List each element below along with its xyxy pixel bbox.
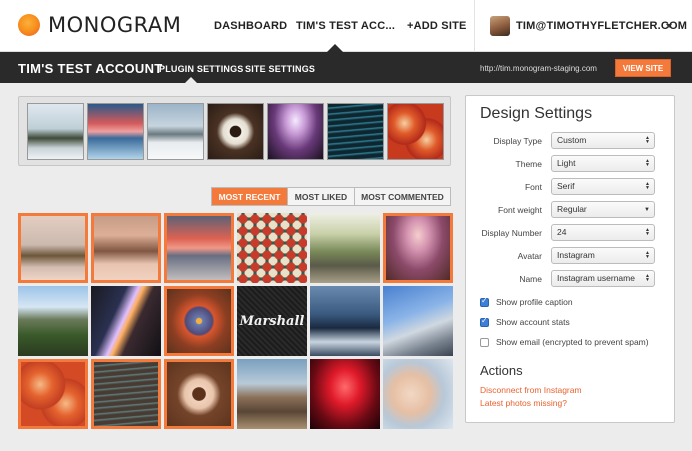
display-number-select[interactable]: 24 ▲ ▼ — [551, 224, 655, 241]
grid-photo-coffee-cup[interactable] — [164, 359, 234, 429]
featured-photos-strip — [18, 96, 451, 166]
view-site-button[interactable]: VIEW SITE — [615, 59, 671, 77]
featured-photo-train-tracks[interactable] — [267, 103, 324, 160]
chevron-down-icon[interactable] — [666, 24, 672, 28]
nav-divider — [474, 0, 475, 52]
monogram-logo[interactable]: MONOGRAM — [18, 14, 181, 36]
show-profile-caption-checkbox[interactable] — [480, 296, 489, 307]
tab-most-commented[interactable]: MOST COMMENTED — [354, 188, 450, 205]
actions-title: Actions — [480, 363, 523, 378]
latest-photos-missing-link[interactable]: Latest photos missing? — [480, 398, 567, 408]
show-account-stats-checkbox[interactable] — [480, 316, 489, 327]
display-number-value: 24 — [557, 227, 567, 237]
avatar-label: Avatar — [517, 251, 542, 261]
nav-add-site[interactable]: +ADD SITE — [407, 0, 467, 52]
select-arrows-icon: ▲ ▼ — [645, 181, 650, 191]
top-nav-bar: MONOGRAM DASHBOARD TIM'S TEST ACC... +AD… — [0, 0, 692, 52]
grid-photo-train-tracks[interactable] — [383, 213, 453, 283]
show-email-row: Show email (encrypted to prevent spam) — [480, 337, 649, 347]
font-select[interactable]: Serif ▲ ▼ — [551, 178, 655, 195]
photo-filter-tabs: MOST RECENT MOST LIKED MOST COMMENTED — [211, 187, 451, 206]
select-arrows-icon: ▲ ▼ — [645, 273, 650, 283]
select-arrows-icon: ▲ ▼ — [645, 250, 650, 260]
grid-photo-blue-circle-art[interactable] — [164, 286, 234, 356]
tab-plugin-settings[interactable]: PLUGIN SETTINGS — [159, 64, 244, 74]
theme-label: Theme — [515, 159, 542, 169]
grid-photo-bicycle-path[interactable] — [310, 213, 380, 283]
grid-photo-snowy-trees-sunset[interactable] — [164, 213, 234, 283]
name-label: Name — [519, 274, 542, 284]
display-type-value: Custom — [557, 135, 587, 145]
monogram-logo-icon — [18, 14, 40, 36]
avatar-select[interactable]: Instagram ▲ ▼ — [551, 247, 655, 264]
font-weight-value: Regular — [557, 204, 587, 214]
show-account-stats-row: Show account stats — [480, 316, 570, 327]
grid-photo-baby-face[interactable] — [383, 359, 453, 429]
disconnect-instagram-link[interactable]: Disconnect from Instagram — [480, 385, 582, 395]
user-avatar[interactable] — [490, 16, 510, 36]
featured-photo-snowy-park[interactable] — [147, 103, 204, 160]
featured-photo-coffee-cup[interactable] — [207, 103, 264, 160]
grid-photo-mountain-valley[interactable] — [18, 286, 88, 356]
avatar-value: Instagram — [557, 250, 595, 260]
grid-photo-tables-blue[interactable] — [310, 286, 380, 356]
account-sub-bar: TIM'S TEST ACCOUNT PLUGIN SETTINGS SITE … — [0, 52, 692, 83]
display-number-label: Display Number — [481, 228, 542, 238]
design-settings-title: Design Settings — [480, 105, 593, 122]
grid-photo-colorful-keys[interactable] — [237, 213, 307, 283]
account-title: TIM'S TEST ACCOUNT — [18, 61, 163, 76]
select-arrows-icon: ▲ ▼ — [645, 135, 650, 145]
grid-photo-orange-pattern[interactable] — [18, 359, 88, 429]
grid-photo-winter-trees[interactable] — [18, 213, 88, 283]
logo-text: MONOGRAM — [48, 13, 182, 37]
marshall-logo: Marshall — [239, 313, 305, 329]
select-arrows-icon: ▲ ▼ — [645, 227, 650, 237]
tab-most-liked[interactable]: MOST LIKED — [287, 188, 354, 205]
display-type-label: Display Type — [493, 136, 542, 146]
show-profile-caption-label: Show profile caption — [496, 297, 573, 307]
nav-dashboard[interactable]: DASHBOARD — [214, 0, 287, 52]
grid-photo-code-screen[interactable] — [91, 359, 161, 429]
theme-select[interactable]: Light ▲ ▼ — [551, 155, 655, 172]
grid-photo-marshall-amp[interactable]: Marshall — [237, 286, 307, 356]
font-value: Serif — [557, 181, 575, 191]
grid-photo-metal-structure[interactable] — [383, 286, 453, 356]
display-type-select[interactable]: Custom ▲ ▼ — [551, 132, 655, 149]
nav-account[interactable]: TIM'S TEST ACC... — [296, 0, 395, 52]
show-profile-caption-row: Show profile caption — [480, 296, 573, 307]
grid-photo-thatched-huts[interactable] — [237, 359, 307, 429]
grid-photo-red-neon[interactable] — [310, 359, 380, 429]
tab-site-settings[interactable]: SITE SETTINGS — [245, 64, 315, 74]
featured-photo-winter-trees[interactable] — [27, 103, 84, 160]
grid-photo-snowy-sunset[interactable] — [91, 213, 161, 283]
theme-value: Light — [557, 158, 576, 168]
active-tab-indicator — [185, 77, 197, 83]
font-weight-select[interactable]: Regular ▼ — [551, 201, 655, 218]
active-nav-indicator — [327, 44, 343, 52]
font-weight-label: Font weight — [498, 205, 542, 215]
design-settings-panel: Design Settings Display Type Custom ▲ ▼ Th… — [465, 95, 675, 423]
featured-photo-code-screen[interactable] — [327, 103, 384, 160]
name-select[interactable]: Instagram username ▲ ▼ — [551, 270, 655, 287]
featured-photo-orange-pattern[interactable] — [387, 103, 444, 160]
featured-photo-snowy-sunset[interactable] — [87, 103, 144, 160]
user-email-menu[interactable]: TIM@TIMOTHYFLETCHER.COM — [516, 0, 687, 52]
font-label: Font — [524, 182, 542, 192]
show-account-stats-label: Show account stats — [496, 317, 570, 327]
site-url[interactable]: http://tim.monogram-staging.com — [480, 64, 597, 73]
chevron-down-icon: ▼ — [644, 207, 650, 213]
show-email-label: Show email (encrypted to prevent spam) — [496, 337, 649, 347]
show-email-checkbox[interactable] — [480, 337, 489, 347]
tab-most-recent[interactable]: MOST RECENT — [212, 188, 287, 205]
grid-photo-light-flare[interactable] — [91, 286, 161, 356]
select-arrows-icon: ▲ ▼ — [645, 158, 650, 168]
name-value: Instagram username — [557, 273, 635, 283]
